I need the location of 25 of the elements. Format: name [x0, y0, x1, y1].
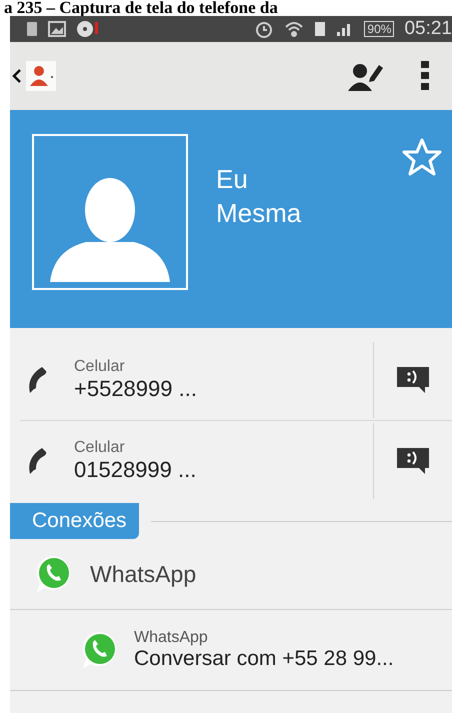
phone-number[interactable]: +5528999 ...	[74, 376, 373, 402]
app-label: WhatsApp	[134, 629, 209, 647]
back-button[interactable]	[12, 61, 56, 91]
back-icon	[12, 68, 22, 84]
message-icon[interactable]	[396, 447, 430, 475]
alarm-icon	[254, 19, 274, 39]
overflow-menu-icon[interactable]	[420, 60, 430, 92]
clock-time: 05:21	[404, 18, 452, 40]
contact-icon	[26, 61, 56, 91]
disc-icon	[76, 20, 100, 38]
section-header: Conexões	[10, 503, 139, 539]
message-icon[interactable]	[396, 366, 430, 394]
sim-icon	[26, 21, 38, 37]
contact-first-name: Eu	[216, 163, 249, 196]
app-name[interactable]: WhatsApp	[90, 560, 196, 588]
image-icon	[48, 21, 66, 37]
wifi-icon	[284, 20, 304, 38]
phone-label: Celular	[74, 358, 126, 376]
phone-number[interactable]: 01528999 ...	[74, 457, 373, 483]
star-icon[interactable]	[402, 138, 442, 176]
battery-level: 90%	[364, 21, 394, 37]
sim-card-icon	[314, 21, 326, 37]
contact-last-name: Mesma	[216, 197, 302, 230]
chat-action[interactable]: Conversar com +55 28 99...	[134, 647, 394, 671]
phone-label: Celular	[74, 439, 126, 457]
